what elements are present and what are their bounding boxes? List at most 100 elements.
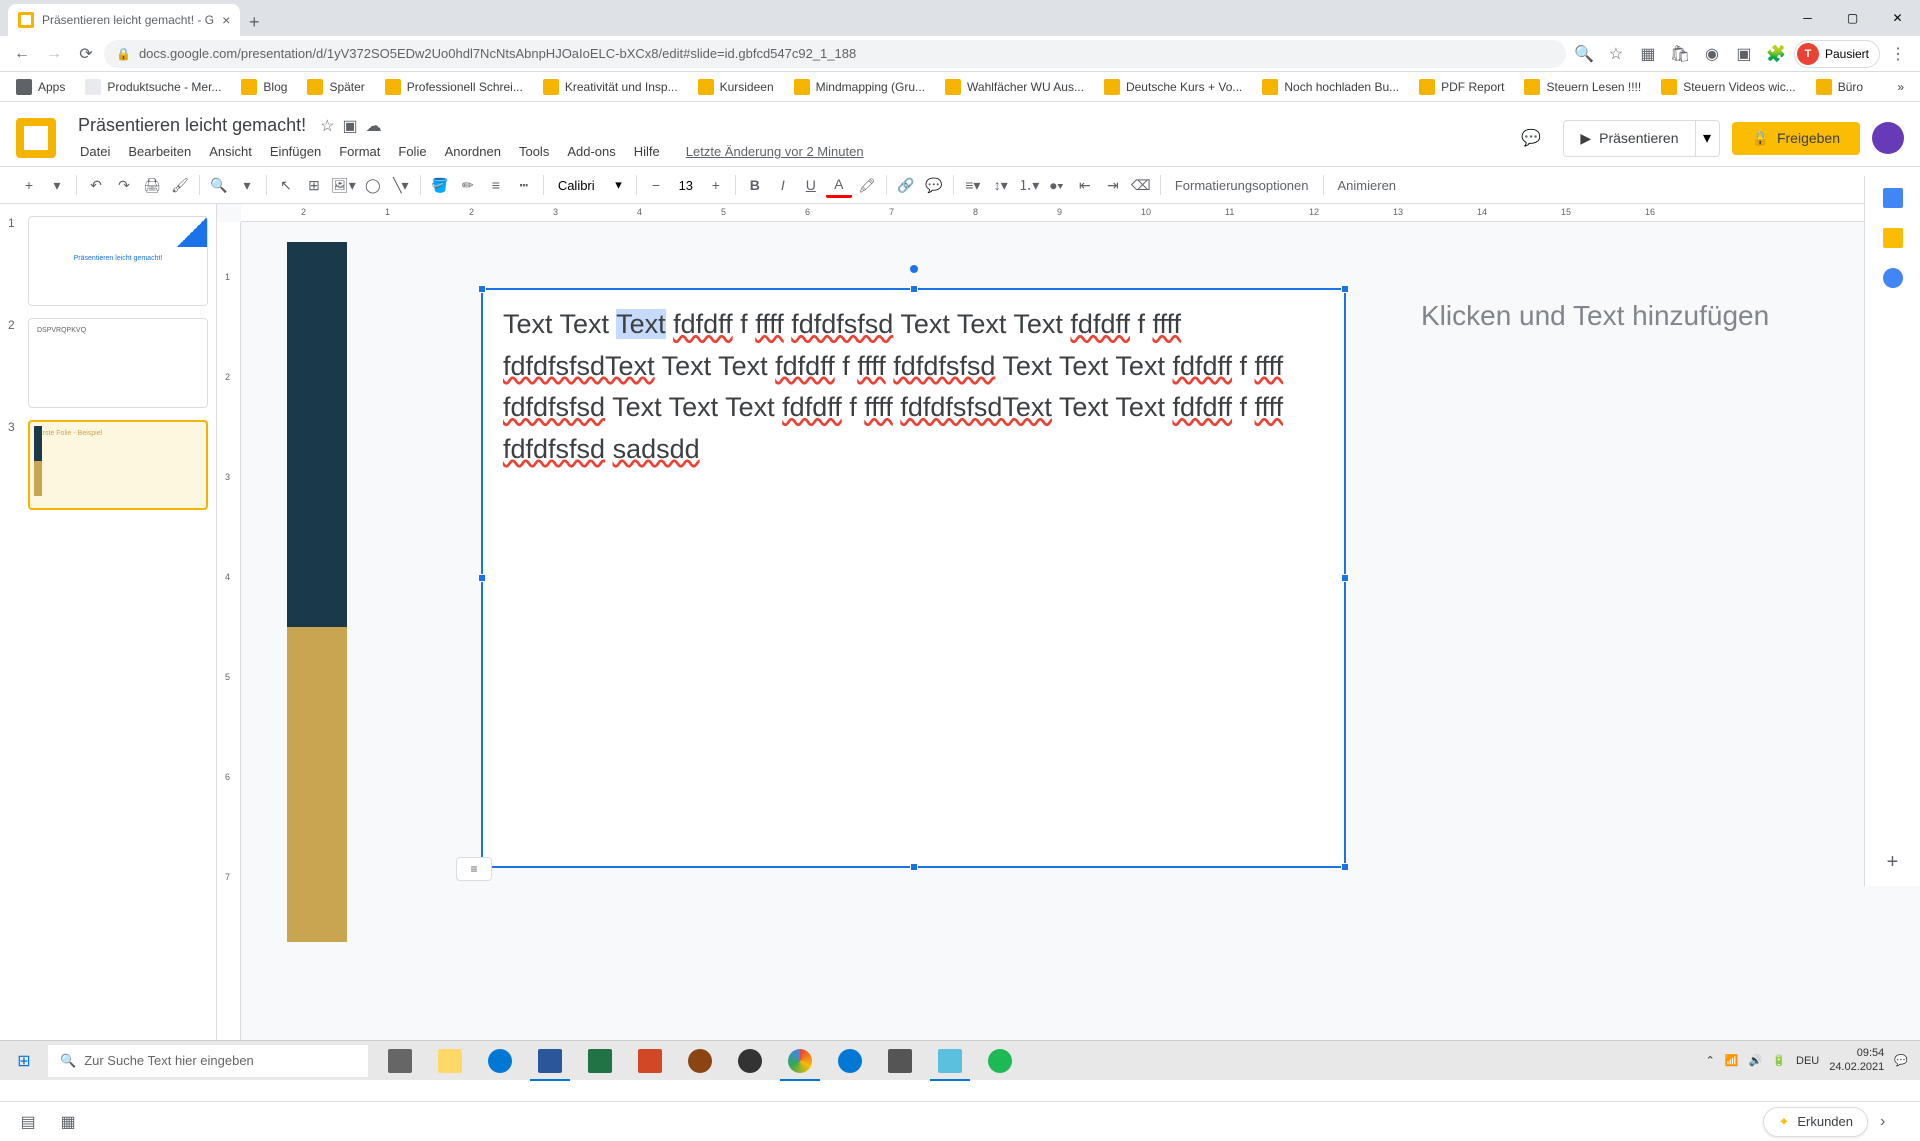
align-button[interactable]: ≡▾ — [960, 172, 986, 198]
menu-format[interactable]: Format — [331, 140, 388, 163]
bullet-list-button[interactable]: ⦁▾ — [1044, 172, 1070, 198]
bookmark-item[interactable]: PDF Report — [1411, 75, 1512, 99]
battery-icon[interactable]: 🔋 — [1772, 1054, 1786, 1067]
font-family-select[interactable]: Calibri▾ — [550, 173, 630, 197]
fill-color-button[interactable]: 🪣 — [427, 172, 453, 198]
new-tab-button[interactable]: + — [240, 8, 268, 36]
word-icon[interactable] — [526, 1041, 574, 1081]
bookmark-item[interactable]: Blog — [233, 75, 295, 99]
windows-search[interactable]: 🔍 Zur Suche Text hier eingeben — [48, 1045, 368, 1077]
menu-help[interactable]: Hilfe — [626, 140, 668, 163]
language-indicator[interactable]: DEU — [1796, 1055, 1819, 1067]
calendar-icon[interactable] — [1883, 188, 1903, 208]
star-icon[interactable]: ☆ — [1602, 40, 1630, 68]
format-options-button[interactable]: Formatierungsoptionen — [1167, 178, 1317, 193]
snap-indicator[interactable]: ≡ — [456, 857, 492, 881]
bookmark-item[interactable]: Produktsuche - Mer... — [77, 75, 229, 99]
undo-button[interactable]: ↶ — [83, 172, 109, 198]
next-slide-arrow[interactable]: › — [1880, 1113, 1904, 1131]
bookmark-item[interactable]: Büro — [1808, 75, 1871, 99]
start-button[interactable]: ⊞ — [0, 1041, 48, 1081]
reload-button[interactable]: ⟳ — [72, 40, 100, 68]
menu-tools[interactable]: Tools — [511, 140, 557, 163]
incognito-icon[interactable]: ◉ — [1698, 40, 1726, 68]
share-button[interactable]: 🔒 Freigeben — [1732, 122, 1860, 155]
task-view-icon[interactable] — [376, 1041, 424, 1081]
slides-logo-icon[interactable] — [16, 118, 56, 158]
zoom-icon[interactable]: 🔍 — [1570, 40, 1598, 68]
add-addon-icon[interactable]: + — [1887, 851, 1899, 874]
close-window-button[interactable]: ✕ — [1875, 0, 1920, 36]
tray-chevron-icon[interactable]: ⌃ — [1706, 1054, 1715, 1067]
resize-handle[interactable] — [478, 574, 486, 582]
shape-tool[interactable]: ◯ — [360, 172, 386, 198]
forward-button[interactable]: → — [40, 40, 68, 68]
new-slide-button[interactable]: + — [16, 172, 42, 198]
star-document-icon[interactable]: ☆ — [320, 116, 334, 136]
address-bar[interactable]: 🔒 docs.google.com/presentation/d/1yV372S… — [104, 40, 1566, 68]
bookmark-item[interactable]: Kreativität und Insp... — [535, 75, 686, 99]
last-edit-info[interactable]: Letzte Änderung vor 2 Minuten — [678, 140, 872, 163]
numbered-list-button[interactable]: ⒈▾ — [1016, 172, 1042, 198]
line-tool[interactable]: ╲▾ — [388, 172, 414, 198]
line-spacing-button[interactable]: ↕▾ — [988, 172, 1014, 198]
present-dropdown[interactable]: ▾ — [1696, 120, 1720, 157]
image-tool[interactable]: 🖼▾ — [329, 172, 358, 198]
bookmark-item[interactable]: Kursideen — [690, 75, 782, 99]
present-button[interactable]: ▶ Präsentieren — [1563, 120, 1695, 157]
menu-icon[interactable]: ⋮ — [1884, 40, 1912, 68]
zoom-button[interactable]: 🔍 — [206, 172, 232, 198]
explore-button[interactable]: ✦ Erkunden — [1763, 1107, 1868, 1137]
menu-file[interactable]: Datei — [72, 140, 118, 163]
bookmark-item[interactable]: Steuern Lesen !!!! — [1516, 75, 1649, 99]
keep-icon[interactable] — [1883, 228, 1903, 248]
chrome-icon[interactable] — [776, 1041, 824, 1081]
obs-icon[interactable] — [726, 1041, 774, 1081]
canvas-area[interactable]: 212345678910111213141516 1234567 Text Te… — [217, 204, 1920, 1051]
profile-button[interactable]: T Pausiert — [1794, 40, 1880, 68]
menu-addons[interactable]: Add-ons — [559, 140, 623, 163]
menu-insert[interactable]: Einfügen — [262, 140, 329, 163]
filmstrip-view-icon[interactable]: ▤ — [16, 1110, 40, 1134]
spotify-icon[interactable] — [976, 1041, 1024, 1081]
redo-button[interactable]: ↷ — [111, 172, 137, 198]
wifi-icon[interactable]: 📶 — [1725, 1054, 1739, 1067]
horizontal-ruler[interactable]: 212345678910111213141516 — [241, 204, 1920, 222]
resize-handle[interactable] — [1341, 863, 1349, 871]
indent-increase-button[interactable]: ⇥ — [1100, 172, 1126, 198]
slide-thumbnail-1[interactable]: Präsentieren leicht gemacht! — [28, 216, 208, 306]
vertical-ruler[interactable]: 1234567 — [217, 222, 241, 1051]
menu-view[interactable]: Ansicht — [201, 140, 260, 163]
underline-button[interactable]: U — [798, 172, 824, 198]
print-button[interactable]: 🖨 — [139, 172, 165, 198]
italic-button[interactable]: I — [770, 172, 796, 198]
notifications-icon[interactable]: 💬 — [1894, 1054, 1908, 1067]
bookmark-item[interactable]: Deutsche Kurs + Vo... — [1096, 75, 1250, 99]
slide-thumbnail-3[interactable]: Erste Folie - Beispiel — [28, 420, 208, 510]
border-color-button[interactable]: ✏ — [455, 172, 481, 198]
resize-handle[interactable] — [1341, 285, 1349, 293]
qr-icon[interactable]: ▦ — [1634, 40, 1662, 68]
bookmark-item[interactable]: Mindmapping (Gru... — [786, 75, 933, 99]
volume-icon[interactable]: 🔊 — [1749, 1054, 1763, 1067]
edge-icon[interactable] — [476, 1041, 524, 1081]
select-tool[interactable]: ↖ — [273, 172, 299, 198]
extensions-icon[interactable]: 🧩 — [1762, 40, 1790, 68]
tasks-icon[interactable] — [1883, 268, 1903, 288]
bookmark-item[interactable]: Steuern Videos wic... — [1653, 75, 1804, 99]
bookmark-item[interactable]: Wahlfächer WU Aus... — [937, 75, 1092, 99]
powerpoint-icon[interactable] — [626, 1041, 674, 1081]
menu-edit[interactable]: Bearbeiten — [120, 140, 199, 163]
cloud-status-icon[interactable]: ☁ — [366, 116, 382, 136]
clear-formatting-button[interactable]: ⌫ — [1128, 172, 1154, 198]
maximize-button[interactable]: ▢ — [1830, 0, 1875, 36]
bookmark-item[interactable]: Noch hochladen Bu... — [1254, 75, 1407, 99]
back-button[interactable]: ← — [8, 40, 36, 68]
comments-button[interactable]: 💬 — [1511, 118, 1551, 158]
document-title[interactable]: Präsentieren leicht gemacht! — [72, 113, 312, 138]
border-weight-button[interactable]: ≡ — [483, 172, 509, 198]
resize-handle[interactable] — [910, 285, 918, 293]
paint-format-button[interactable]: 🖌 — [167, 172, 193, 198]
link-button[interactable]: 🔗 — [893, 172, 919, 198]
resize-handle[interactable] — [1341, 574, 1349, 582]
